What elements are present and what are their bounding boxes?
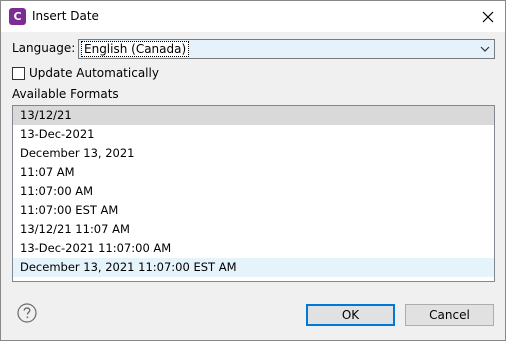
close-icon xyxy=(482,11,494,22)
list-item[interactable]: 13/12/21 11:07 AM xyxy=(13,220,494,239)
window-title: Insert Date xyxy=(32,9,99,23)
list-item[interactable]: 11:07:00 EST AM xyxy=(13,201,494,220)
list-item[interactable]: 11:07:00 AM xyxy=(13,182,494,201)
language-dropdown[interactable]: English (Canada) xyxy=(78,39,495,59)
language-label: Language: xyxy=(12,41,76,55)
update-automatically-row[interactable]: Update Automatically xyxy=(12,65,159,81)
available-formats-label: Available Formats xyxy=(12,87,119,101)
chevron-down-icon xyxy=(480,46,490,52)
list-item[interactable]: 13-Dec-2021 11:07:00 AM xyxy=(13,239,494,258)
list-item[interactable]: 13-Dec-2021 xyxy=(13,125,494,144)
list-item[interactable]: December 13, 2021 xyxy=(13,144,494,163)
help-button[interactable] xyxy=(17,303,37,323)
language-selected-value: English (Canada) xyxy=(81,41,190,57)
close-button[interactable] xyxy=(471,1,505,32)
list-item[interactable]: December 13, 2021 11:07:00 EST AM xyxy=(13,258,494,277)
cancel-button[interactable]: Cancel xyxy=(405,304,494,326)
update-automatically-label: Update Automatically xyxy=(29,66,159,80)
formats-list[interactable]: 13/12/21 13-Dec-2021 December 13, 2021 1… xyxy=(12,105,495,282)
update-automatically-checkbox[interactable] xyxy=(12,66,25,80)
title-bar: C Insert Date xyxy=(1,1,505,32)
list-item[interactable]: 13/12/21 xyxy=(13,106,494,125)
ok-button[interactable]: OK xyxy=(306,304,395,326)
list-item[interactable]: 11:07 AM xyxy=(13,163,494,182)
help-icon xyxy=(17,303,37,323)
app-logo-icon: C xyxy=(9,8,26,25)
insert-date-dialog: C Insert Date Language: English (Canada)… xyxy=(0,0,506,341)
